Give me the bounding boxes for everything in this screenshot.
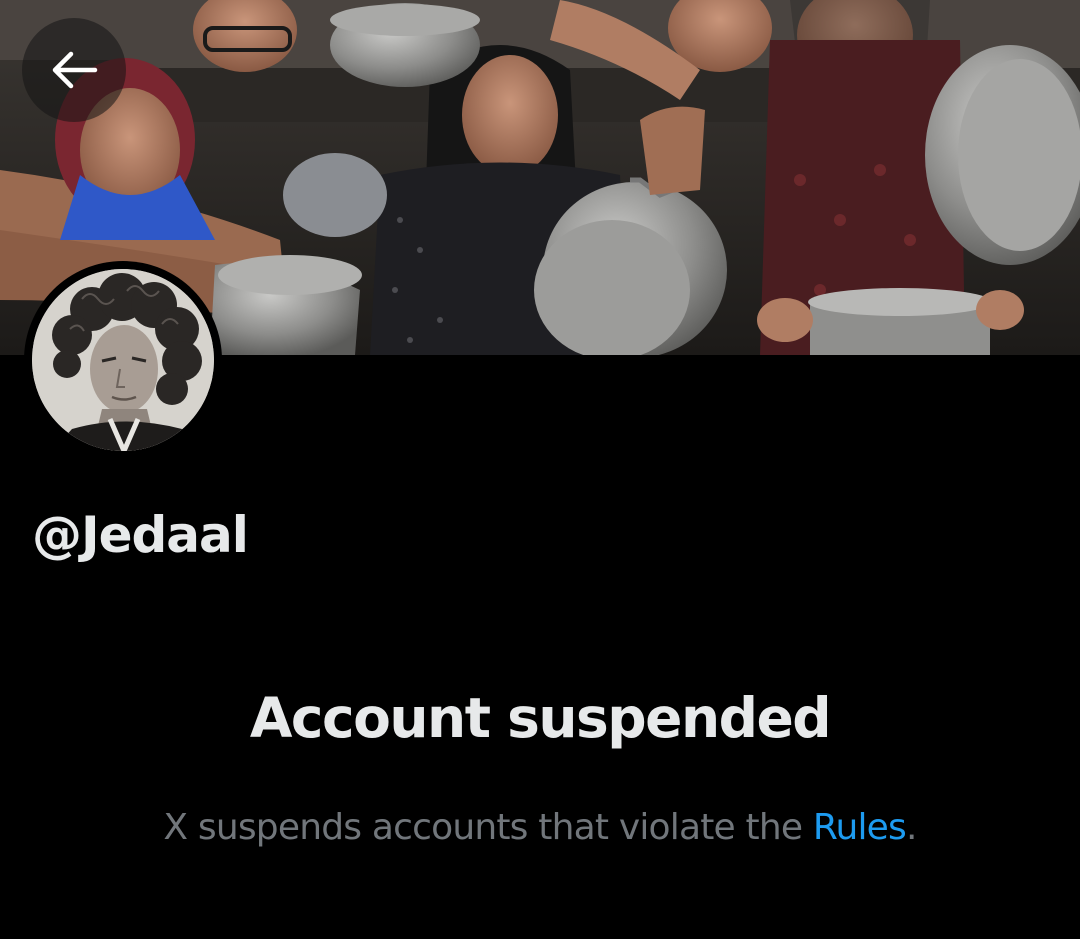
suspension-title: Account suspended	[249, 686, 832, 750]
arrow-left-icon	[52, 51, 98, 89]
avatar[interactable]	[24, 261, 222, 459]
avatar-image	[32, 269, 214, 451]
profile-handle: @Jedaal	[32, 506, 249, 564]
suspension-message: X suspends accounts that violate the Rul…	[0, 807, 1080, 848]
suspension-message-text: X suspends accounts that violate the	[163, 807, 813, 848]
profile-page: @Jedaal Account suspended X suspends acc…	[0, 0, 1080, 939]
back-button[interactable]	[22, 18, 126, 122]
suspension-message-period: .	[905, 807, 917, 848]
rules-link[interactable]: Rules	[813, 807, 907, 848]
